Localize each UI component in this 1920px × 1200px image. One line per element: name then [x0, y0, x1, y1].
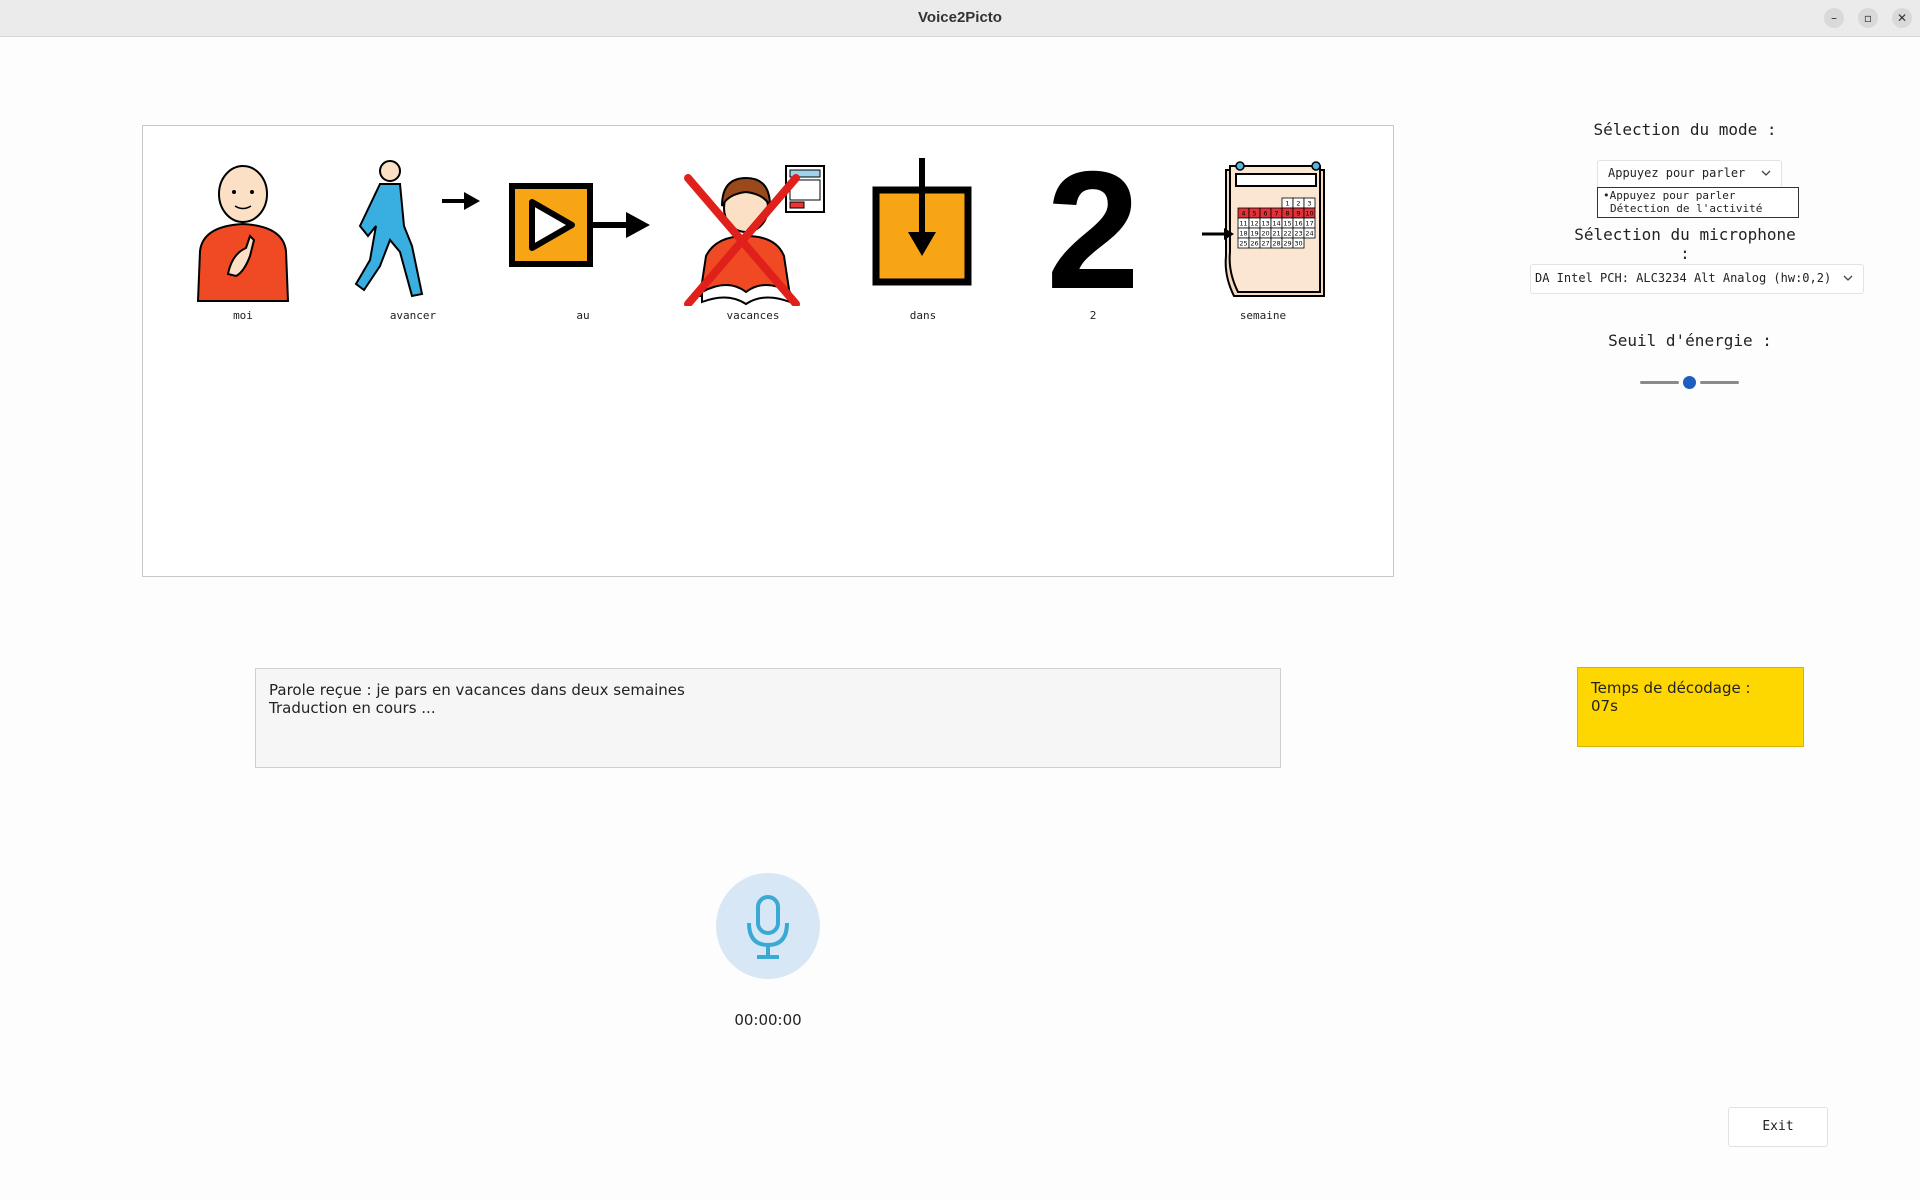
calendar-day-number: 28: [1272, 240, 1280, 248]
person-pointing-self-icon: [196, 165, 290, 302]
calendar-day-number: 30: [1294, 240, 1302, 248]
calendar-day-number: 6: [1263, 210, 1267, 218]
exit-button[interactable]: Exit: [1728, 1107, 1828, 1147]
close-button[interactable]: ✕: [1892, 8, 1912, 28]
walking-person-arrow-icon: [354, 160, 480, 298]
calendar-day-number: 29: [1283, 240, 1291, 248]
pictogram-label: moi: [233, 309, 253, 322]
maximize-button[interactable]: ▫: [1858, 8, 1878, 28]
calendar-day-number: 9: [1296, 210, 1300, 218]
slider-track-left: [1640, 381, 1679, 384]
calendar-day-number: 17: [1305, 220, 1313, 228]
calendar-day-number: 16: [1294, 220, 1302, 228]
calendar-day-number: 4: [1241, 210, 1245, 218]
pictogram-label: dans: [909, 309, 937, 322]
mode-dropdown-list: •Appuyez pour parler Détection de l'acti…: [1597, 187, 1799, 218]
decoding-time-label: Temps de décodage :: [1591, 679, 1751, 697]
calendar-day-number: 26: [1250, 240, 1258, 248]
energy-threshold-label: Seuil d'énergie :: [1608, 331, 1772, 350]
pictogram-label: vacances: [726, 309, 780, 322]
pictogram-label: au: [576, 309, 590, 322]
calendar-day-number: 21: [1272, 230, 1280, 238]
minimize-button[interactable]: –: [1824, 8, 1844, 28]
mode-select[interactable]: Appuyez pour parler: [1597, 160, 1782, 188]
calendar-day-number: 24: [1305, 230, 1313, 238]
calendar-day-number: 5: [1252, 210, 1256, 218]
mode-option-push-to-talk[interactable]: •Appuyez pour parler: [1603, 189, 1735, 202]
microphone-select-value: DA Intel PCH: ALC3234 Alt Analog (hw:0,2…: [1535, 271, 1832, 285]
microphone-selection-label: Sélection du microphone :: [1574, 225, 1796, 263]
calendar-day-number: 2: [1296, 200, 1300, 208]
calendar-day-number: 23: [1294, 230, 1302, 238]
pictogram-label: 2: [1089, 309, 1097, 322]
arrow-into-box-icon: [872, 158, 972, 286]
calendar-day-number: 14: [1272, 220, 1280, 228]
microphone-select[interactable]: DA Intel PCH: ALC3234 Alt Analog (hw:0,2…: [1530, 264, 1864, 294]
microphone-icon: [747, 895, 789, 959]
calendar-day-number: 11: [1239, 220, 1247, 228]
slider-track-right: [1700, 381, 1739, 384]
window-title: Voice2Picto: [918, 9, 1002, 26]
calendar-day-number: 19: [1250, 230, 1258, 238]
title-bar: Voice2Picto – ▫ ✕: [0, 0, 1920, 37]
calendar-day-number: 20: [1261, 230, 1269, 238]
calendar-day-number: 15: [1283, 220, 1291, 228]
number-two-icon: 2: [1046, 156, 1139, 306]
speech-received-text: Parole reçue : je pars en vacances dans …: [269, 681, 685, 699]
pictogram-label: avancer: [389, 309, 437, 322]
record-button[interactable]: [716, 873, 820, 979]
chevron-down-icon: [1761, 170, 1771, 176]
pictogram-panel: moi avancer au vacances dans 2 2 1 2 3 4…: [142, 125, 1394, 577]
translation-status-text: Traduction en cours ...: [269, 699, 436, 717]
calendar-day-number: 27: [1261, 240, 1269, 248]
calendar-day-number: 10: [1305, 210, 1313, 218]
crossed-out-studying-child-icon: [684, 165, 825, 306]
mode-selection-label: Sélection du mode :: [1593, 120, 1777, 139]
calendar-day-number: 1: [1285, 200, 1289, 208]
calendar-day-number: 22: [1283, 230, 1291, 238]
mode-select-value: Appuyez pour parler: [1608, 166, 1746, 180]
calendar-day-number: 8: [1285, 210, 1289, 218]
calendar-week-icon: 1 2 34 5 6 7 8 9 1011 12 13 14 15 16 1718 19 20 21 22 23 242…: [1202, 161, 1325, 297]
decoding-time-value: 07s: [1591, 697, 1618, 715]
calendar-day-number: 18: [1239, 230, 1247, 238]
calendar-day-number: 25: [1239, 240, 1247, 248]
slider-thumb[interactable]: [1683, 376, 1696, 389]
play-box-arrow-icon: [509, 183, 650, 267]
selected-bullet: •: [1603, 189, 1610, 202]
chevron-down-icon: [1843, 275, 1853, 281]
recording-timer: 00:00:00: [734, 1011, 802, 1029]
mode-option-label: Appuyez pour parler: [1609, 189, 1736, 202]
decoding-time-box: Temps de décodage : 07s: [1577, 667, 1804, 747]
mode-option-activity-detection[interactable]: Détection de l'activité: [1610, 202, 1762, 215]
svg-text:2: 2: [1046, 156, 1139, 306]
calendar-day-number: 7: [1274, 210, 1278, 218]
calendar-day-number: 12: [1250, 220, 1258, 228]
calendar-day-number: 3: [1307, 200, 1311, 208]
speech-transcript-box: Parole reçue : je pars en vacances dans …: [255, 668, 1281, 768]
calendar-day-number: 13: [1261, 220, 1269, 228]
pictogram-label: semaine: [1239, 309, 1287, 322]
